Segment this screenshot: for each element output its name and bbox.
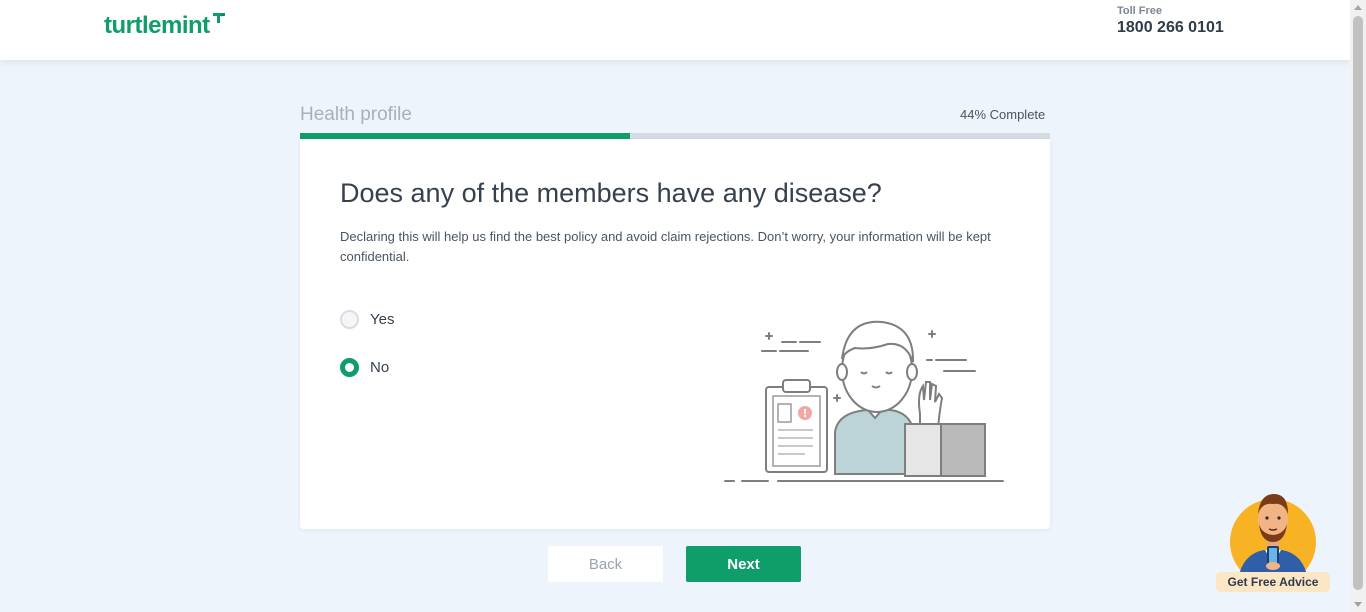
top-header: turtlemint Toll Free 1800 266 0101 <box>0 0 1350 60</box>
page-scrollbar[interactable] <box>1350 0 1366 612</box>
logo-leaf-icon <box>212 13 225 23</box>
next-button[interactable]: Next <box>686 546 801 582</box>
radio-yes[interactable] <box>340 310 359 329</box>
patient-illustration <box>724 320 1004 482</box>
option-yes[interactable]: Yes <box>340 310 394 329</box>
question-title: Does any of the members have any disease… <box>340 178 882 208</box>
turtlemint-logo[interactable]: turtlemint <box>104 12 227 40</box>
get-free-advice-widget[interactable]: Get Free Advice <box>1216 484 1330 594</box>
logo-text: turtlemint <box>104 12 210 39</box>
scroll-down-icon[interactable] <box>1354 602 1362 607</box>
radio-no[interactable] <box>340 358 359 377</box>
question-description: Declaring this will help us find the bes… <box>340 229 991 264</box>
scroll-up-icon[interactable] <box>1354 5 1362 10</box>
progress-text: 44% Complete <box>960 107 1046 122</box>
clipboard-icon <box>765 379 828 473</box>
toll-free-number[interactable]: 1800 266 0101 <box>1117 19 1224 37</box>
toll-free-block: Toll Free 1800 266 0101 <box>1117 5 1224 37</box>
scrollbar-thumb[interactable] <box>1353 16 1363 590</box>
toll-free-label: Toll Free <box>1117 5 1163 17</box>
option-no[interactable]: No <box>340 358 389 377</box>
back-button[interactable]: Back <box>548 546 663 582</box>
section-title: Health profile <box>300 104 412 125</box>
option-no-label: No <box>370 359 390 376</box>
option-yes-label: Yes <box>370 311 395 328</box>
get-free-advice-label[interactable]: Get Free Advice <box>1216 572 1330 592</box>
advisor-avatar[interactable] <box>1216 484 1330 584</box>
question-card: Does any of the members have any disease… <box>300 139 1050 529</box>
